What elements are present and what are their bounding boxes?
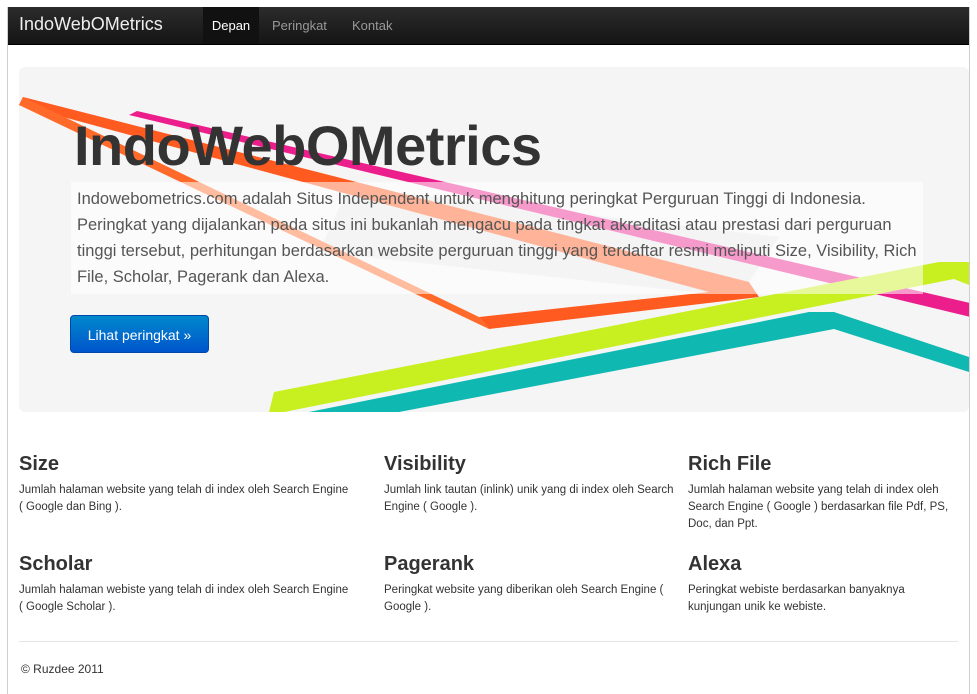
hero-unit: IndoWebOMetrics Indowebometrics.com adal… <box>19 67 969 412</box>
feature-pagerank: Pagerank Peringkat website yang diberika… <box>384 552 674 616</box>
feature-title: Alexa <box>688 553 742 575</box>
nav-item-kontak[interactable]: Kontak <box>352 7 392 44</box>
feature-size: Size Jumlah halaman website yang telah d… <box>19 452 349 516</box>
feature-title: Size <box>19 453 60 475</box>
hero-title: IndoWebOMetrics <box>74 114 542 177</box>
feature-title: Scholar <box>19 553 93 575</box>
brand-link[interactable]: IndoWebOMetrics <box>19 7 163 44</box>
feature-description: Jumlah halaman website yang telah di ind… <box>19 484 349 513</box>
footer-copyright: © Ruzdee 2011 <box>21 662 104 676</box>
feature-title: Pagerank <box>384 553 475 575</box>
page-frame: IndoWebOMetrics Depan Peringkat Kontak I… <box>7 7 970 694</box>
feature-description: Jumlah halaman website yang telah di ind… <box>688 484 949 530</box>
feature-description: Peringkat website yang diberikan oleh Se… <box>384 584 664 613</box>
feature-title: Visibility <box>384 453 466 475</box>
nav-item-depan[interactable]: Depan <box>203 7 259 44</box>
nav-item-peringkat[interactable]: Peringkat <box>272 7 327 44</box>
feature-rich-file: Rich File Jumlah halaman website yang te… <box>688 452 958 533</box>
feature-description: Peringkat webiste berdasarkan banyaknya … <box>688 584 905 613</box>
top-navbar: IndoWebOMetrics Depan Peringkat Kontak <box>8 7 969 45</box>
footer-divider <box>19 641 958 642</box>
feature-visibility: Visibility Jumlah link tautan (inlink) u… <box>384 452 674 516</box>
hero-description: Indowebometrics.com adalah Situs Indepen… <box>71 182 923 294</box>
feature-description: Jumlah link tautan (inlink) unik yang di… <box>384 484 674 513</box>
view-rankings-button[interactable]: Lihat peringkat » <box>70 315 209 353</box>
feature-title: Rich File <box>688 453 772 475</box>
feature-alexa: Alexa Peringkat webiste berdasarkan bany… <box>688 552 958 616</box>
feature-description: Jumlah halaman webiste yang telah di ind… <box>19 584 349 613</box>
feature-scholar: Scholar Jumlah halaman webiste yang tela… <box>19 552 349 616</box>
